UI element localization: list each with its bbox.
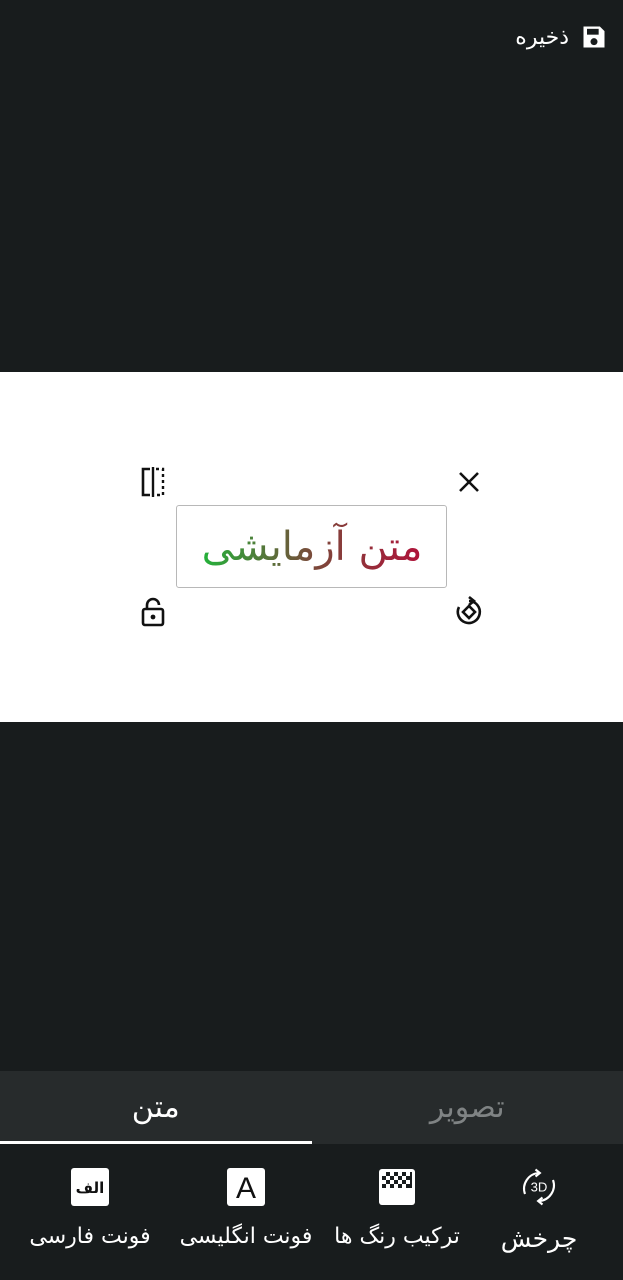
save-button[interactable]: ذخیره <box>469 10 609 64</box>
bottom-toolbar: الف فونت فارسی A فونت انگلیسی ترکیب رنگ … <box>0 1144 623 1280</box>
persian-font-icon: الف <box>69 1166 111 1208</box>
close-icon[interactable] <box>451 464 487 500</box>
tab-bar: متن تصویر <box>0 1071 623 1144</box>
english-font-button[interactable]: A فونت انگلیسی <box>172 1144 320 1280</box>
rotation-label: چرخش <box>500 1224 578 1253</box>
sticker-text-graphic: متن آزمایشی <box>201 522 422 570</box>
floppy-disk-icon <box>579 22 609 52</box>
tab-text[interactable]: متن <box>0 1071 312 1144</box>
tab-image[interactable]: تصویر <box>312 1071 623 1144</box>
flip-icon[interactable] <box>135 464 171 500</box>
gradient-icon <box>376 1166 418 1208</box>
persian-font-label: فونت فارسی <box>29 1224 151 1249</box>
editor-canvas[interactable]: متن آزمایشی <box>0 372 623 722</box>
english-font-label: فونت انگلیسی <box>179 1224 313 1249</box>
sticker-text: متن آزمایشی <box>201 522 422 570</box>
english-font-glyph: A <box>236 1172 256 1205</box>
text-sticker[interactable]: متن آزمایشی <box>176 505 447 588</box>
persian-font-glyph: الف <box>76 1179 105 1197</box>
lock-icon[interactable] <box>135 594 171 630</box>
rotation-button[interactable]: 3D چرخش <box>484 1144 594 1280</box>
tab-image-label: تصویر <box>429 1090 505 1125</box>
rotation-glyph: 3D <box>531 1179 548 1194</box>
english-font-icon: A <box>225 1166 267 1208</box>
tab-text-label: متن <box>131 1090 180 1125</box>
persian-font-button[interactable]: الف فونت فارسی <box>10 1144 170 1280</box>
save-label: ذخیره <box>515 24 569 50</box>
color-combo-button[interactable]: ترکیب رنگ ها <box>326 1144 468 1280</box>
rotate-icon[interactable] <box>451 594 487 630</box>
color-combo-label: ترکیب رنگ ها <box>334 1224 460 1249</box>
rotate-3d-icon: 3D <box>518 1166 560 1208</box>
